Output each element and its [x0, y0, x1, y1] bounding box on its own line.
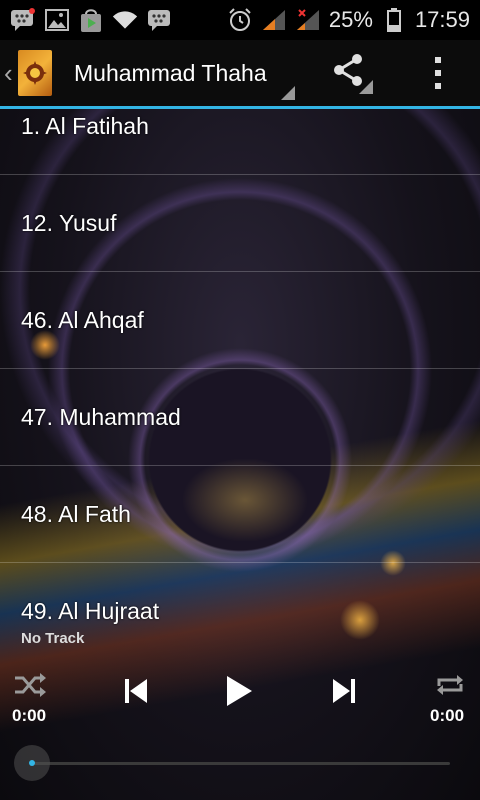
elapsed-time: 0:00 [12, 706, 47, 725]
track-title: 1. Al Fatihah [21, 113, 149, 139]
more-vert-icon [435, 57, 441, 89]
next-button[interactable] [324, 672, 364, 710]
play-store-icon [78, 7, 104, 33]
seek-thumb-dot [29, 760, 35, 766]
track-list[interactable]: 1. Al Fatihah 12. Yusuf 46. Al Ahqaf 47.… [0, 106, 480, 626]
signal-icon [261, 7, 287, 33]
list-item[interactable]: 1. Al Fatihah [0, 106, 480, 175]
app-title-spinner[interactable]: Muhammad Thaha [74, 40, 295, 106]
app-logo[interactable] [18, 50, 52, 96]
dropdown-indicator-icon [280, 86, 295, 100]
list-item[interactable]: 49. Al Hujraat [0, 563, 480, 626]
repeat-icon [437, 675, 463, 695]
skip-previous-icon [125, 679, 147, 703]
share-icon [334, 54, 373, 94]
list-item[interactable]: 48. Al Fath [0, 466, 480, 563]
status-clock: 17:59 [414, 7, 470, 32]
list-item[interactable]: 47. Muhammad [0, 369, 480, 466]
play-button[interactable] [216, 668, 262, 714]
list-item[interactable]: 46. Al Ahqaf [0, 272, 480, 369]
seek-thumb[interactable] [14, 745, 50, 781]
total-time: 0:00 [430, 706, 465, 725]
share-button[interactable] [322, 40, 382, 106]
repeat-button[interactable] [430, 668, 470, 702]
alarm-icon [227, 7, 253, 33]
gallery-icon [44, 7, 70, 33]
bbm-notification-icon [10, 7, 36, 33]
screen: 25% 17:59 ‹ Muhammad Thaha 1. Al Fatihah… [0, 0, 480, 800]
track-title: 48. Al Fath [21, 501, 131, 527]
app-title: Muhammad Thaha [74, 59, 267, 86]
shuffle-icon [15, 673, 46, 697]
now-playing-label: No Track [21, 630, 85, 647]
back-chevron-icon[interactable]: ‹ [4, 58, 16, 89]
track-title: 46. Al Ahqaf [21, 307, 144, 333]
status-bar: 25% 17:59 [0, 0, 480, 40]
skip-next-icon [333, 679, 355, 703]
seek-bar[interactable] [32, 762, 450, 765]
shuffle-button[interactable] [10, 668, 50, 702]
action-bar: ‹ Muhammad Thaha [0, 40, 480, 109]
overflow-menu-button[interactable] [416, 40, 460, 106]
bbm-icon [146, 7, 172, 33]
track-title: 47. Muhammad [21, 404, 181, 430]
previous-button[interactable] [116, 672, 156, 710]
wifi-icon [112, 7, 138, 33]
battery-icon [381, 7, 407, 33]
track-title: 49. Al Hujraat [21, 598, 160, 624]
no-signal-icon [295, 7, 321, 33]
battery-percent: 25% [328, 7, 373, 32]
play-icon [227, 676, 252, 706]
list-item[interactable]: 12. Yusuf [0, 175, 480, 272]
track-title: 12. Yusuf [21, 210, 117, 236]
